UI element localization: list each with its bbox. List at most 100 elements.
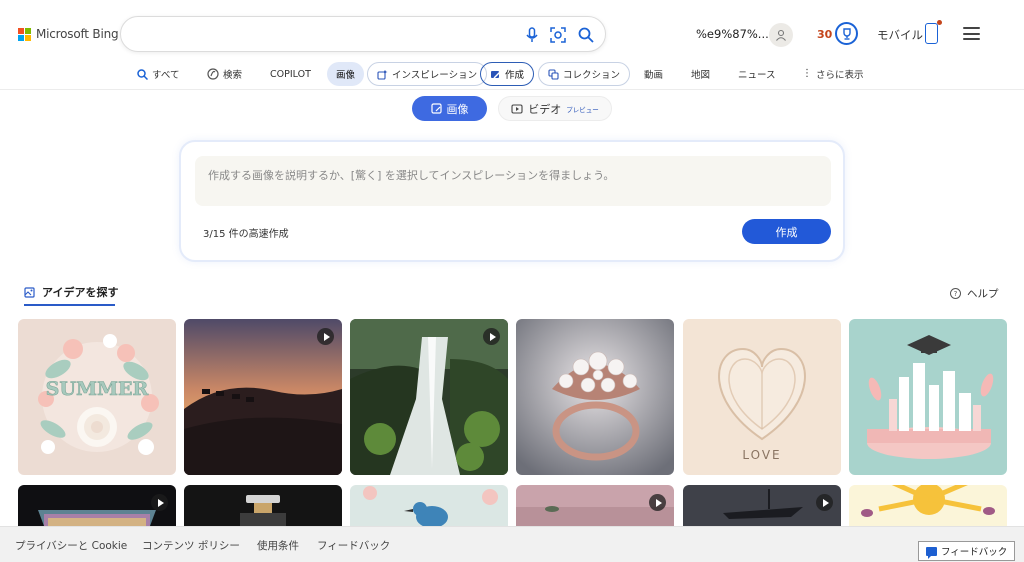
- nav-tab-label: 地図: [691, 70, 711, 81]
- avatar[interactable]: [769, 23, 793, 47]
- visual-search-icon[interactable]: [549, 26, 567, 44]
- footer-privacy-link[interactable]: プライバシーと Cookie: [15, 538, 127, 553]
- nav-tab-label: コレクション: [563, 70, 621, 81]
- video-mode-button[interactable]: ビデオ プレビュー: [498, 96, 612, 121]
- logo-text: Microsoft Bing: [36, 27, 119, 41]
- gallery-image: [350, 319, 508, 475]
- nav-tab-label: 作成: [505, 70, 525, 81]
- preview-badge: プレビュー: [566, 105, 599, 114]
- help-label: ヘルプ: [967, 288, 999, 300]
- image-mode-button[interactable]: 画像: [412, 96, 487, 121]
- gallery-image: SUMMER: [18, 319, 176, 475]
- play-icon[interactable]: [649, 494, 666, 511]
- nav-tab-maps[interactable]: 地図: [691, 62, 710, 86]
- footer: プライバシーと Cookie コンテンツ ポリシー 使用条件 フィードバック: [0, 526, 1024, 562]
- gallery-item-perfume-bottle[interactable]: [184, 485, 342, 526]
- inspiration-icon: [377, 69, 388, 80]
- feedback-icon: [926, 546, 937, 559]
- create-button[interactable]: 作成: [742, 219, 831, 244]
- prompt-card: 作成する画像を説明するか、[驚く] を選択してインスピレーションを得ましょう。 …: [179, 140, 845, 262]
- gallery-image: [184, 485, 342, 526]
- gallery-image: [350, 485, 508, 526]
- feedback-label: フィードバック: [941, 547, 1008, 558]
- nav-tab-label: 検索: [223, 70, 243, 81]
- collection-icon: [548, 68, 559, 80]
- microphone-icon[interactable]: [523, 26, 541, 44]
- gallery-item-pearl-ring[interactable]: [516, 319, 674, 475]
- create-icon: [491, 70, 501, 78]
- nav-tab-label: 画像: [336, 70, 356, 81]
- mobile-link[interactable]: モバイル: [877, 27, 923, 43]
- copilot-search-icon: [207, 68, 219, 80]
- nav-tab-label: すべて: [152, 70, 180, 81]
- header: Microsoft Bing %e9%87%... 30 モバイル: [0, 0, 1024, 62]
- footer-terms-link[interactable]: 使用条件: [257, 538, 299, 553]
- nav-tab-all[interactable]: すべて: [137, 62, 179, 86]
- nav-tab-news[interactable]: ニュース: [738, 62, 776, 86]
- nav-tab-images[interactable]: 画像: [327, 62, 365, 86]
- search-icon[interactable]: [577, 26, 595, 44]
- gallery-item-kingfisher-bird[interactable]: [350, 485, 508, 526]
- footer-feedback-link[interactable]: フィードバック: [317, 538, 390, 553]
- bing-logo[interactable]: Microsoft Bing: [18, 27, 119, 41]
- gallery-image: [849, 319, 1007, 475]
- rewards-trophy-icon[interactable]: [835, 22, 858, 45]
- nav-tab-inspiration[interactable]: インスピレーション: [367, 62, 488, 86]
- gallery-item-forest-waterfall[interactable]: [350, 319, 508, 475]
- play-icon[interactable]: [317, 328, 334, 345]
- nav-tab-label: 動画: [644, 70, 664, 81]
- user-icon: [776, 29, 786, 41]
- phone-icon[interactable]: [925, 20, 942, 44]
- nav-tab-collection[interactable]: コレクション: [538, 62, 631, 86]
- user-name[interactable]: %e9%87%...: [696, 27, 769, 41]
- nav-tab-label: インスピレーション: [392, 70, 478, 81]
- gallery-image: [516, 319, 674, 475]
- svg-text:SUMMER: SUMMER: [46, 378, 149, 400]
- video-icon: [511, 103, 523, 114]
- boost-count: 3/15 件の高速作成: [203, 229, 289, 240]
- nav-tab-videos[interactable]: 動画: [644, 62, 663, 86]
- play-icon[interactable]: [816, 494, 833, 511]
- rewards-points[interactable]: 30: [817, 28, 832, 41]
- search-box[interactable]: [120, 16, 606, 52]
- help-link[interactable]: ? ヘルプ: [950, 286, 999, 301]
- video-mode-label: ビデオ: [528, 102, 562, 116]
- feedback-button[interactable]: フィードバック: [918, 541, 1016, 561]
- hamburger-menu-icon[interactable]: [963, 27, 980, 40]
- gallery-item-pink-landscape[interactable]: [516, 485, 674, 526]
- explore-ideas-tab[interactable]: アイデアを探す: [24, 284, 118, 306]
- image-icon: [24, 286, 35, 298]
- gallery-item-rainbow-glass[interactable]: [18, 485, 176, 526]
- play-icon[interactable]: [483, 328, 500, 345]
- prompt-placeholder: 作成する画像を説明するか、[驚く] を選択してインスピレーションを得ましょう。: [208, 169, 615, 182]
- gallery-item-desert-camels-sunset[interactable]: [184, 319, 342, 475]
- help-icon: ?: [950, 288, 961, 299]
- more-dots-icon: ⋮: [802, 68, 812, 79]
- image-mode-label: 画像: [446, 102, 469, 116]
- nav-tab-label: さらに表示: [816, 70, 864, 81]
- gallery-image: [849, 485, 1007, 526]
- gallery-item-sun-butterflies[interactable]: [849, 485, 1007, 526]
- play-icon[interactable]: [151, 494, 168, 511]
- nav-tab-copilot[interactable]: COPILOT: [270, 62, 311, 86]
- gallery-item-dark-ship[interactable]: [683, 485, 841, 526]
- gallery-item-graduation-city[interactable]: [849, 319, 1007, 475]
- nav-tab-label: ニュース: [738, 70, 776, 81]
- search-input[interactable]: [137, 25, 517, 45]
- search-icon: [137, 68, 148, 80]
- explore-tab-label: アイデアを探す: [42, 286, 119, 299]
- gallery-image: [184, 319, 342, 475]
- footer-content-policy-link[interactable]: コンテンツ ポリシー: [142, 538, 240, 553]
- nav-tab-more[interactable]: ⋮ さらに表示: [802, 62, 864, 86]
- image-create-icon: [430, 103, 442, 114]
- nav-tab-create[interactable]: 作成: [480, 62, 535, 86]
- nav-tab-search[interactable]: 検索: [207, 62, 242, 86]
- microsoft-logo-icon: [18, 27, 31, 41]
- prompt-input[interactable]: 作成する画像を説明するか、[驚く] を選択してインスピレーションを得ましょう。: [195, 156, 831, 206]
- active-tab-underline: [24, 304, 115, 306]
- gallery-image: LOVE: [683, 319, 841, 475]
- gallery-item-summer-paper-flowers[interactable]: SUMMER: [18, 319, 176, 475]
- gallery-item-paper-heart-love[interactable]: LOVE: [683, 319, 841, 475]
- vertical-nav: すべて 検索 COPILOT 画像 インスピレーション 作成 コレクション 動画…: [0, 61, 1024, 90]
- love-caption: LOVE: [742, 448, 781, 462]
